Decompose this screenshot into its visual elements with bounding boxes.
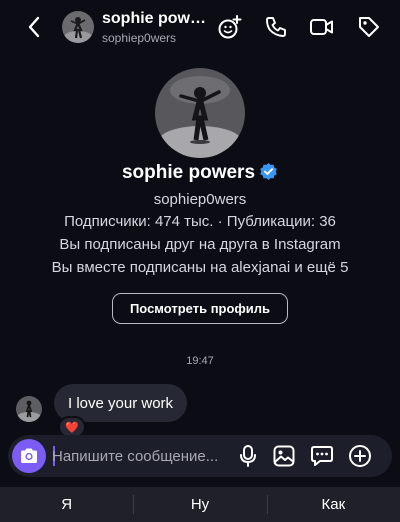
add-person-icon [218,15,242,39]
header-contact-name[interactable]: sophie pow… [102,10,206,28]
chat-header: sophie pow… sophiep0wers [0,0,400,54]
message-input[interactable] [52,442,230,470]
voice-message-button[interactable] [235,443,261,469]
phone-icon [266,17,286,37]
view-profile-button[interactable]: Посмотреть профиль [112,293,288,324]
microphone-icon [240,445,256,467]
message-sender-avatar[interactable] [16,396,42,422]
suggestion-item[interactable]: Ну [133,487,266,522]
camera-icon [21,448,37,463]
camera-button[interactable] [12,439,46,473]
heart-icon: ❤️ [65,421,79,434]
message-timestamp: 19:47 [186,355,214,367]
back-chevron-icon [28,16,40,38]
more-options-button[interactable] [347,443,373,469]
gallery-button[interactable] [271,443,297,469]
profile-username: sophiep0wers [153,191,247,208]
sticker-button[interactable] [309,443,335,469]
video-call-button[interactable] [308,13,336,41]
audio-call-button[interactable] [262,13,290,41]
profile-name-row: sophie powers [0,162,400,184]
suggestion-item[interactable]: Как [266,487,400,522]
verified-badge-icon [260,162,277,181]
chat-bubble-icon [311,446,333,466]
profile-avatar[interactable] [155,68,245,158]
mutual-follow-info: Вы подписаны друг на друга в Instagram [59,236,341,253]
header-contact-username[interactable]: sophiep0wers [102,31,176,45]
message-text: I love your work [68,394,174,412]
profile-stats: Подписчики: 474 тыс. · Публикации: 36 [64,213,336,230]
add-person-button[interactable] [216,13,244,41]
back-button[interactable] [22,13,46,41]
suggestion-item[interactable]: Я [0,487,133,522]
keyboard-suggestion-bar: Я Ну Как [0,487,400,522]
tag-icon [359,17,379,37]
image-icon [273,445,295,467]
message-composer [8,435,392,477]
mutual-friends-info[interactable]: Вы вместе подписаны на alexjanai и ещё 5 [0,259,400,276]
video-icon [310,19,333,35]
tag-button[interactable] [355,13,383,41]
profile-name: sophie powers [121,162,256,183]
header-avatar[interactable] [62,11,94,43]
plus-circle-icon [349,445,371,467]
